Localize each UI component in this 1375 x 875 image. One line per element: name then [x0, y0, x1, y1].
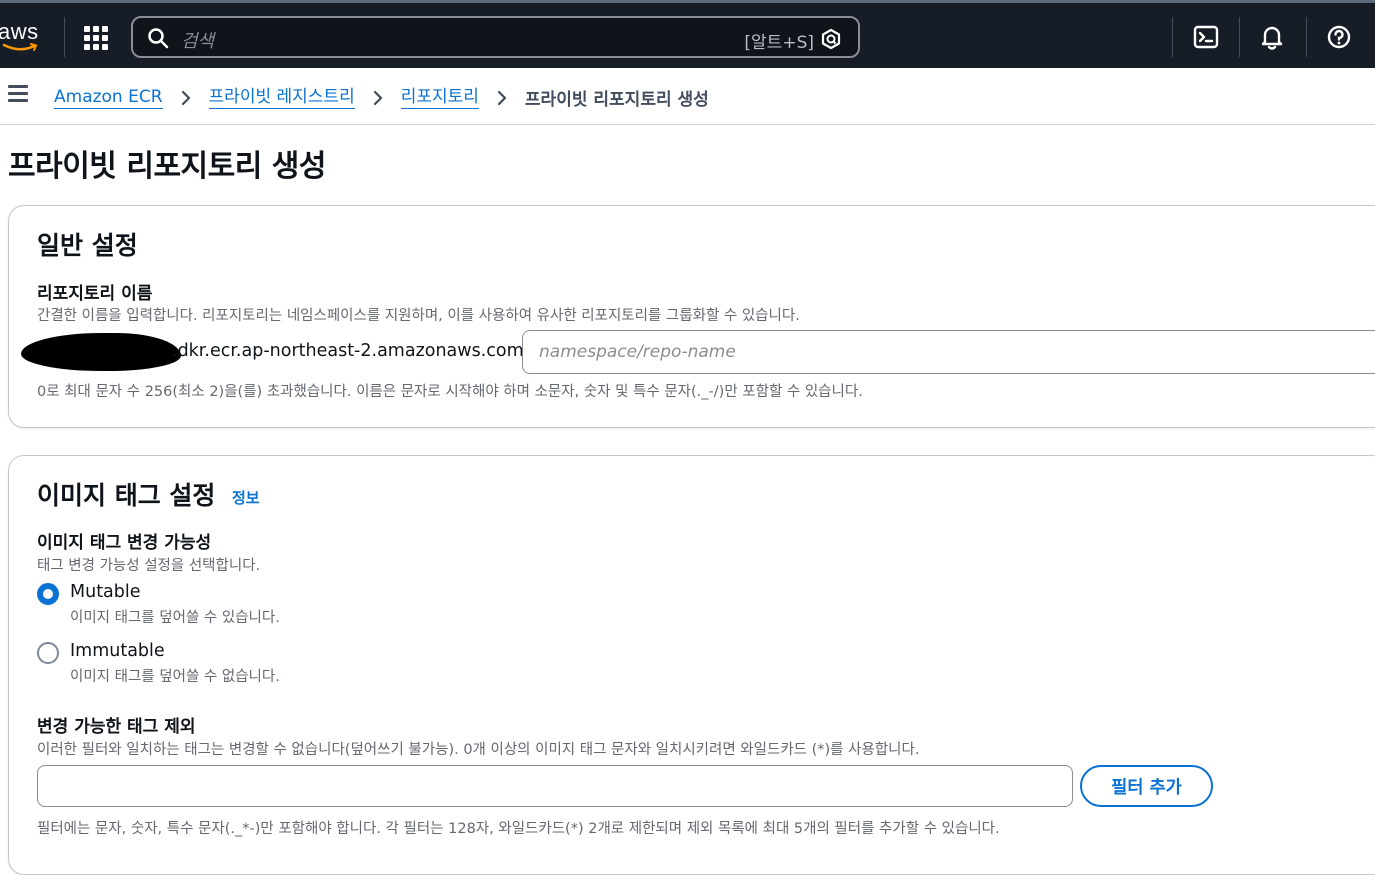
breadcrumb-link-repositories[interactable]: 리포지토리	[400, 86, 479, 109]
repo-name-constraint: 0로 최대 문자 수 256(최소 2)을(를) 초과했습니다. 이름은 문자로…	[37, 384, 863, 400]
divider	[1239, 17, 1240, 57]
bell-icon[interactable]	[1258, 23, 1286, 51]
info-link[interactable]: 정보	[232, 487, 260, 508]
tag-exclusion-label: 변경 가능한 태그 제외	[37, 717, 196, 737]
search-placeholder: 검색	[181, 31, 215, 52]
radio-button-mutable[interactable]	[37, 583, 59, 605]
image-tag-settings-title: 이미지 태그 설정	[37, 481, 216, 510]
radio-button-immutable[interactable]	[37, 642, 59, 664]
chevron-right-icon	[373, 90, 382, 105]
breadcrumb-bar: Amazon ECR 프라이빗 레지스트리 리포지토리 프라이빗 리포지토리 생…	[0, 68, 1375, 125]
general-settings-panel: 일반 설정 리포지토리 이름 간결한 이름을 입력합니다. 리포지토리는 네임스…	[8, 205, 1375, 428]
image-tag-settings-panel: 이미지 태그 설정 정보 이미지 태그 변경 가능성 태그 변경 가능성 설정을…	[8, 455, 1375, 875]
amazon-q-icon[interactable]	[820, 28, 842, 50]
repo-name-description: 간결한 이름을 입력합니다. 리포지토리는 네임스페이스를 지원하며, 이를 사…	[37, 308, 800, 324]
radio-desc-mutable: 이미지 태그를 덮어쓸 수 있습니다.	[70, 610, 280, 626]
breadcrumb-link-private-registry[interactable]: 프라이빗 레지스트리	[208, 86, 355, 109]
divider	[64, 17, 65, 57]
page-title: 프라이빗 리포지토리 생성	[8, 149, 327, 184]
menu-icon[interactable]	[8, 85, 28, 103]
divider	[1172, 17, 1173, 57]
help-icon[interactable]	[1325, 23, 1353, 51]
aws-logo[interactable]: aws	[0, 19, 48, 53]
repo-name-label: 리포지토리 이름	[37, 284, 153, 304]
chevron-right-icon	[181, 90, 190, 105]
radio-desc-immutable: 이미지 태그를 덮어쓸 수 없습니다.	[70, 669, 280, 685]
search-icon	[148, 28, 169, 49]
cloudshell-icon[interactable]	[1192, 23, 1220, 51]
tag-exclusion-description: 이러한 필터와 일치하는 태그는 변경할 수 없습니다(덮어쓰기 불가능). 0…	[37, 742, 920, 758]
add-filter-button[interactable]: 필터 추가	[1080, 765, 1213, 807]
radio-label-immutable: Immutable	[70, 641, 165, 661]
top-navigation: aws 검색 [알트+S]	[0, 0, 1375, 68]
search-bar[interactable]: 검색 [알트+S]	[131, 16, 860, 58]
repo-name-input[interactable]	[522, 330, 1375, 374]
breadcrumb-current: 프라이빗 리포지토리 생성	[524, 90, 709, 110]
tag-mutability-label: 이미지 태그 변경 가능성	[37, 533, 212, 553]
breadcrumb-link-ecr[interactable]: Amazon ECR	[54, 86, 163, 109]
breadcrumb: Amazon ECR 프라이빗 레지스트리 리포지토리 프라이빗 리포지토리 생…	[54, 85, 709, 110]
chevron-right-icon	[497, 90, 507, 105]
apps-grid-icon[interactable]	[82, 24, 108, 50]
filter-constraint: 필터에는 문자, 숫자, 특수 문자(._*-)만 포함해야 합니다. 각 필터…	[37, 821, 1000, 837]
divider	[1306, 17, 1307, 57]
tag-mutability-description: 태그 변경 가능성 설정을 선택합니다.	[37, 558, 261, 574]
redacted-account-id	[21, 333, 181, 371]
tag-filter-input[interactable]	[37, 765, 1073, 807]
repo-uri-prefix: .dkr.ecr.ap-northeast-2.amazonaws.com/	[172, 341, 530, 361]
search-shortcut: [알트+S]	[744, 33, 814, 53]
general-settings-title: 일반 설정	[37, 231, 138, 260]
aws-smile-icon	[2, 43, 38, 51]
radio-label-mutable: Mutable	[70, 582, 141, 602]
